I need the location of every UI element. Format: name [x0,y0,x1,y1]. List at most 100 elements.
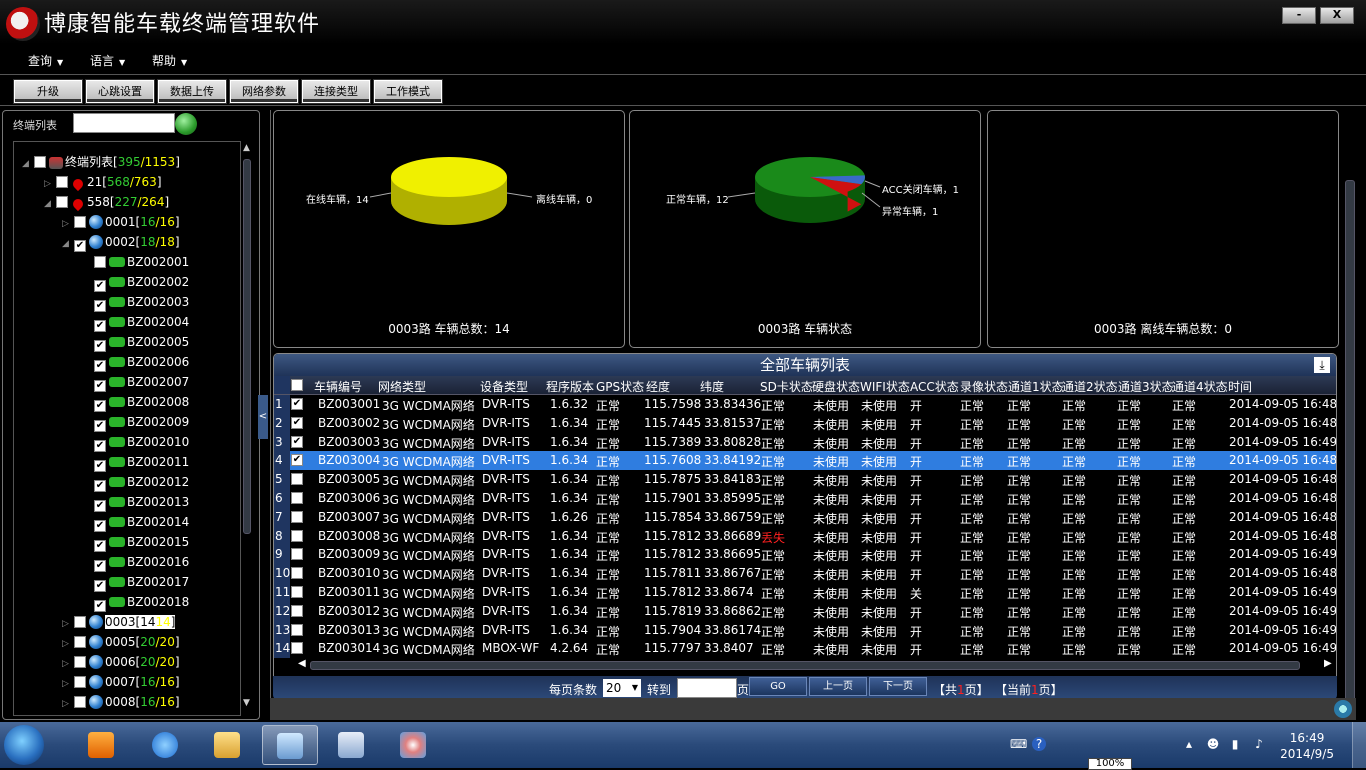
refresh-icon[interactable] [1334,700,1352,718]
row-checkbox[interactable]: ✔ [291,435,303,448]
row-checkbox[interactable]: ✔ [291,454,303,467]
clock[interactable]: 16:49 2014/9/5 [1280,730,1334,762]
table-row[interactable]: 13 BZ003013 3G WCDMA网络 DVR-ITS 1.6.34 正常 115.7… [274,620,1336,640]
terminal-search-input[interactable] [73,113,175,133]
tree-node[interactable]: ▷ 0007[16/16] [62,672,180,692]
row-checkbox[interactable] [291,642,303,655]
menu-language[interactable]: 语言 ▼ [90,52,125,69]
tree-checkbox[interactable]: ✔ [74,240,86,252]
menu-query[interactable]: 查询 ▼ [28,52,63,69]
tree-checkbox[interactable] [74,616,86,628]
tree-checkbox[interactable]: ✔ [94,600,106,612]
row-checkbox[interactable]: ✔ [291,416,303,429]
minimize-button[interactable]: - [1282,7,1316,24]
tree-checkbox[interactable] [74,216,86,228]
main-scroll-thumb[interactable] [1345,180,1355,705]
expander-icon[interactable]: ◢ [62,234,74,254]
column-header[interactable]: 硬盘状态 [812,378,860,395]
menu-help[interactable]: 帮助 ▼ [152,52,187,69]
column-header[interactable]: ACC状态 [910,378,959,395]
tree-node[interactable]: ▷ 0005[20/20] [62,632,180,652]
row-checkbox[interactable] [291,492,303,504]
tree-checkbox[interactable]: ✔ [94,440,106,452]
tree-node[interactable]: ✔ BZ002011 [94,452,189,472]
tree-checkbox[interactable]: ✔ [94,300,106,312]
table-row[interactable]: 9 BZ003009 3G WCDMA网络 DVR-ITS 1.6.34 正常 115.78… [274,545,1336,565]
tree-node[interactable]: ✔ BZ002003 [94,292,189,312]
horizontal-scroll-thumb[interactable] [310,661,1300,670]
keyboard-icon[interactable]: ⌨ [1010,737,1027,751]
expander-icon[interactable]: ▷ [62,714,74,715]
volume-icon[interactable]: ♪ [1252,737,1266,751]
tree-checkbox[interactable]: ✔ [94,560,106,572]
tree-checkbox[interactable] [74,656,86,668]
tree-node[interactable]: ✔ BZ002005 [94,332,189,352]
tree-checkbox[interactable] [74,696,86,708]
tree-checkbox[interactable]: ✔ [94,520,106,532]
tree-checkbox[interactable] [34,156,46,168]
search-go-icon[interactable] [175,113,197,135]
scroll-left-icon[interactable]: ◀ [298,658,306,669]
column-header[interactable]: 通道2状态 [1062,378,1118,395]
per-page-select[interactable]: 20 ▼ [603,679,641,697]
tree-checkbox[interactable]: ✔ [94,380,106,392]
tree-checkbox[interactable]: ✔ [94,340,106,352]
tree-node[interactable]: ✔ BZ002012 [94,472,189,492]
tree-node[interactable]: ✔ BZ002009 [94,412,189,432]
show-hidden-icon[interactable]: ▴ [1182,737,1196,751]
column-header[interactable]: 经度 [646,378,670,395]
explorer-app[interactable] [200,725,256,765]
connection-type-button[interactable]: 连接类型 [301,79,371,104]
tree-node[interactable]: ▷ 0006[20/20] [62,652,180,672]
remote-desktop-app[interactable] [324,725,380,765]
tree-node[interactable]: ✔ BZ002013 [94,492,189,512]
expander-icon[interactable]: ▷ [62,654,74,674]
tree-checkbox[interactable] [74,676,86,688]
tree-node[interactable]: ✔ BZ002007 [94,372,189,392]
row-checkbox[interactable] [291,548,303,561]
tree-node[interactable]: ✔ BZ002017 [94,572,189,592]
column-header[interactable]: 时间 [1228,378,1252,395]
tree-node[interactable]: ✔ BZ002014 [94,512,189,532]
table-row[interactable]: 8 BZ003008 3G WCDMA网络 DVR-ITS 1.6.34 正常 115.78… [274,526,1336,546]
column-header[interactable]: 设备类型 [480,378,528,395]
column-header[interactable]: WIFI状态 [860,378,910,395]
tree-node[interactable]: ✔ BZ002010 [94,432,189,452]
table-row[interactable]: 5 BZ003005 3G WCDMA网络 DVR-ITS 1.6.34 正常 115.78… [274,470,1336,490]
tree-checkbox[interactable]: ✔ [94,460,106,472]
tree-node[interactable]: ▷ 0008[16/16] [62,692,180,712]
tree-node[interactable]: ◢ 终端列表[395/1153] [22,152,180,172]
close-button[interactable]: X [1320,7,1354,24]
expander-icon[interactable]: ◢ [22,154,34,174]
row-checkbox[interactable] [291,604,303,617]
ie-app[interactable] [138,725,194,765]
export-icon[interactable]: ⤓ [1314,357,1330,373]
tree-checkbox[interactable]: ✔ [94,540,106,552]
table-row[interactable]: 2 ✔ BZ003002 3G WCDMA网络 DVR-ITS 1.6.34 正常 115.7… [274,413,1336,433]
table-row[interactable]: 4 ✔ BZ003004 3G WCDMA网络 DVR-ITS 1.6.34 正常 115.7… [274,451,1336,471]
go-button[interactable]: GO [749,677,807,696]
expander-icon[interactable]: ▷ [62,674,74,694]
heartbeat-settings-button[interactable]: 心跳设置 [85,79,155,104]
upgrade-button[interactable]: 升级 [13,79,83,104]
start-button[interactable] [4,725,44,765]
tree-node[interactable]: ✔ BZ002002 [94,272,189,292]
column-header[interactable]: 网络类型 [378,378,426,395]
column-header[interactable]: GPS状态 [596,378,644,395]
next-page-button[interactable]: 下一页 [869,677,927,696]
terminal-manager-app[interactable] [262,725,318,765]
tree-checkbox[interactable]: ✔ [94,580,106,592]
tree-checkbox[interactable]: ✔ [94,480,106,492]
work-mode-button[interactable]: 工作模式 [373,79,443,104]
row-checkbox[interactable] [291,567,303,580]
tree-checkbox[interactable]: ✔ [94,500,106,512]
row-checkbox[interactable] [291,510,303,523]
tree-node[interactable]: ✔ BZ002006 [94,352,189,372]
prev-page-button[interactable]: 上一页 [809,677,867,696]
table-row[interactable]: 1 ✔ BZ003001 3G WCDMA网络 DVR-ITS 1.6.32 正常 115.7… [274,395,1336,414]
table-row[interactable]: 11 BZ003011 3G WCDMA网络 DVR-ITS 1.6.34 正常 115.7… [274,583,1336,602]
tree-checkbox[interactable] [56,176,68,188]
column-header[interactable]: SD卡状态 [760,378,813,395]
column-header[interactable]: 车辆编号 [314,378,362,395]
expander-icon[interactable]: ◢ [44,194,56,214]
